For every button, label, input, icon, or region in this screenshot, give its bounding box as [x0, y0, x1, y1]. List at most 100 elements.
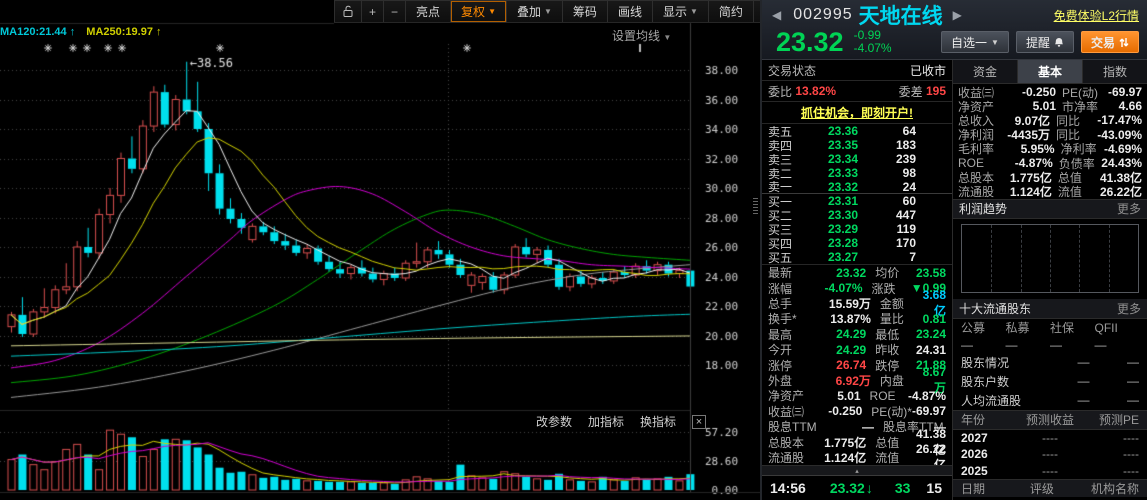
stat-value: -4.07% [824, 281, 863, 296]
holders-col: 社保 [1050, 321, 1075, 335]
tick-row: 14:56 23.32 ↓ 33 15 [762, 475, 952, 500]
stats-row: 最新 23.32 均价 23.58 [762, 265, 952, 281]
zoom-in-button[interactable]: + [361, 0, 384, 22]
stock-terminal: + − 亮点复权▼叠加▼筹码画线显示▼简约隐藏» MA120:21.44 ↑ M… [0, 0, 1147, 500]
toolbar-复权-button[interactable]: 复权 ▼ [450, 0, 506, 22]
stats-row: 收益㈢ -0.250 PE(动)* -69.97 [762, 404, 952, 419]
ask-price: 23.32 [827, 179, 858, 194]
down-arrow-icon: ↓ [865, 480, 873, 497]
finance-row: 流通股 1.124亿 流值 26.22亿 [953, 184, 1147, 199]
holders-col-value: — [1050, 337, 1062, 352]
toolbar-叠加-button[interactable]: 叠加 ▼ [505, 0, 562, 22]
finance-value: -0.250 [1021, 85, 1056, 100]
trade-button[interactable]: 交易 [1080, 31, 1139, 53]
alert-button[interactable]: 提醒 [1015, 31, 1074, 53]
bid-qty: 170 [895, 236, 916, 250]
trade-status-row: 交易状态 已收市 [762, 60, 952, 81]
profit-trend-more-link[interactable]: 更多 [1117, 200, 1141, 217]
quote-header: ◀ 002995 天地在线 ▶ 免费体验L2行情 23.32 -0.99 -4.… [762, 0, 1147, 60]
tab-指数[interactable]: 指数 [1083, 60, 1147, 83]
holders-col-values: — — — — [953, 337, 1147, 353]
finance-label: 流值 [1057, 184, 1082, 199]
stats-row: 净资产 5.01 ROE -4.87% [762, 388, 952, 404]
prev-stock-icon[interactable]: ◀ [768, 8, 785, 22]
bid-qty: 119 [896, 222, 916, 236]
toolbar-显示-button[interactable]: 显示 ▼ [651, 0, 708, 22]
holders-rows: 股东情况 — — 股东户数 — — 人均流通股 — — [953, 353, 1147, 410]
ma-settings-button[interactable]: 设置均线 ▼ [612, 27, 671, 44]
forecast-pe: ---- [1123, 430, 1140, 445]
toolbar-label: 亮点 [416, 5, 441, 19]
forecast-header: 年份 预测收益 预测PE [953, 409, 1147, 430]
unlock-icon[interactable] [334, 0, 361, 22]
finance-value: -43.09% [1097, 127, 1142, 142]
tick-count: 15 [926, 480, 942, 497]
change-param-button[interactable]: 改参数 [536, 413, 572, 430]
holders-col: 公募 [961, 321, 986, 335]
bid-price: 23.30 [827, 208, 858, 222]
collapse-handle[interactable]: ▴ [762, 465, 952, 476]
tab-基本[interactable]: 基本 [1018, 60, 1083, 83]
ask-qty: 183 [895, 138, 916, 152]
stat-value: 23.58 [915, 265, 946, 280]
stats-row: 今开 24.29 昨收 24.31 [762, 342, 952, 358]
ask-price: 23.34 [827, 152, 858, 166]
holders-row-value: — [1077, 393, 1090, 407]
chevron-down-icon: ▼ [544, 7, 552, 16]
ma-legend: MA120:21.44 ↑ MA250:19.97 ↑ [0, 26, 162, 38]
close-indicator-icon[interactable]: × [692, 414, 706, 429]
bid-price: 23.31 [827, 194, 858, 208]
stat-value: 6.92万 [835, 373, 871, 388]
holders-col-header: 公募 私募 社保 QFII [953, 319, 1147, 337]
stats-row: 外盘 6.92万 内盘 8.67万 [762, 365, 952, 395]
switch-indicator-button[interactable]: 换指标 [640, 413, 676, 430]
zoom-out-button[interactable]: − [383, 0, 406, 22]
profit-trend-chart [953, 219, 1147, 299]
watchlist-button[interactable]: 自选一 ▼ [941, 31, 1009, 53]
ratings-col: 日期 [961, 482, 986, 497]
panel-resize-grip[interactable] [753, 198, 758, 214]
up-down-arrows-icon [1119, 37, 1129, 47]
forecast-row: 2026 ---- ---- [953, 446, 1147, 463]
stat-value: 24.31 [915, 342, 946, 357]
tick-volume: 33 [894, 480, 911, 497]
forecast-eps: ---- [1042, 447, 1058, 462]
open-account-link[interactable]: 抓住机会，即刻开户! [801, 104, 913, 121]
holders-col-value: — [961, 337, 973, 352]
holders-col-value: — [1005, 337, 1018, 352]
last-price: 23.32 [776, 27, 844, 57]
toolbar-画线-button[interactable]: 画线 [606, 0, 652, 22]
weibi-row: 委比 13.82% 委差 195 [762, 81, 952, 102]
stock-name: 天地在线 [858, 5, 943, 28]
stats-row: 流通股1.124亿流值26.22亿 [762, 442, 952, 472]
toolbar-筹码-button[interactable]: 筹码 [561, 0, 607, 22]
bid-qty: 447 [895, 208, 916, 222]
ask-price: 23.35 [827, 138, 858, 152]
finance-value: 5.95% [1020, 141, 1055, 156]
stats-row: 总手 15.59万 金额 3.68亿 [762, 288, 952, 318]
market-status: 已收市 [909, 63, 946, 78]
holders-more-link[interactable]: 更多 [1117, 300, 1141, 317]
stat-value: -4.87% [907, 388, 946, 403]
toolbar-亮点-button[interactable]: 亮点 [405, 0, 451, 22]
bid-row[interactable]: 买五 23.27 7 [762, 250, 952, 265]
holders-row: 人均流通股 — — [953, 391, 1147, 410]
l2-market-link[interactable]: 免费体验L2行情 [1054, 7, 1139, 24]
stat-label: 内盘 [879, 373, 904, 388]
holders-row-label: 股东户数 [961, 374, 1010, 389]
stock-code: 002995 [793, 6, 853, 23]
finance-value: -4.69% [1103, 141, 1142, 156]
holders-row: 股东户数 — — [953, 372, 1147, 391]
order-book: 卖五 23.36 64 卖四 23.35 183 卖三 23.34 239 卖二 23.33 98 卖一… [762, 124, 952, 265]
forecast-pe: ---- [1123, 447, 1140, 462]
ask-qty: 98 [902, 166, 916, 180]
tab-资金[interactable]: 资金 [953, 60, 1018, 83]
holders-row-label: 人均流通股 [961, 393, 1022, 408]
toolbar-label: 简约 [718, 5, 743, 19]
bid-price: 23.28 [827, 236, 858, 250]
holders-row-value: — [1126, 374, 1139, 388]
toolbar-简约-button[interactable]: 简约 [707, 0, 753, 22]
add-indicator-button[interactable]: 加指标 [588, 413, 624, 430]
bell-icon [1054, 37, 1063, 47]
next-stock-icon[interactable]: ▶ [949, 8, 966, 22]
